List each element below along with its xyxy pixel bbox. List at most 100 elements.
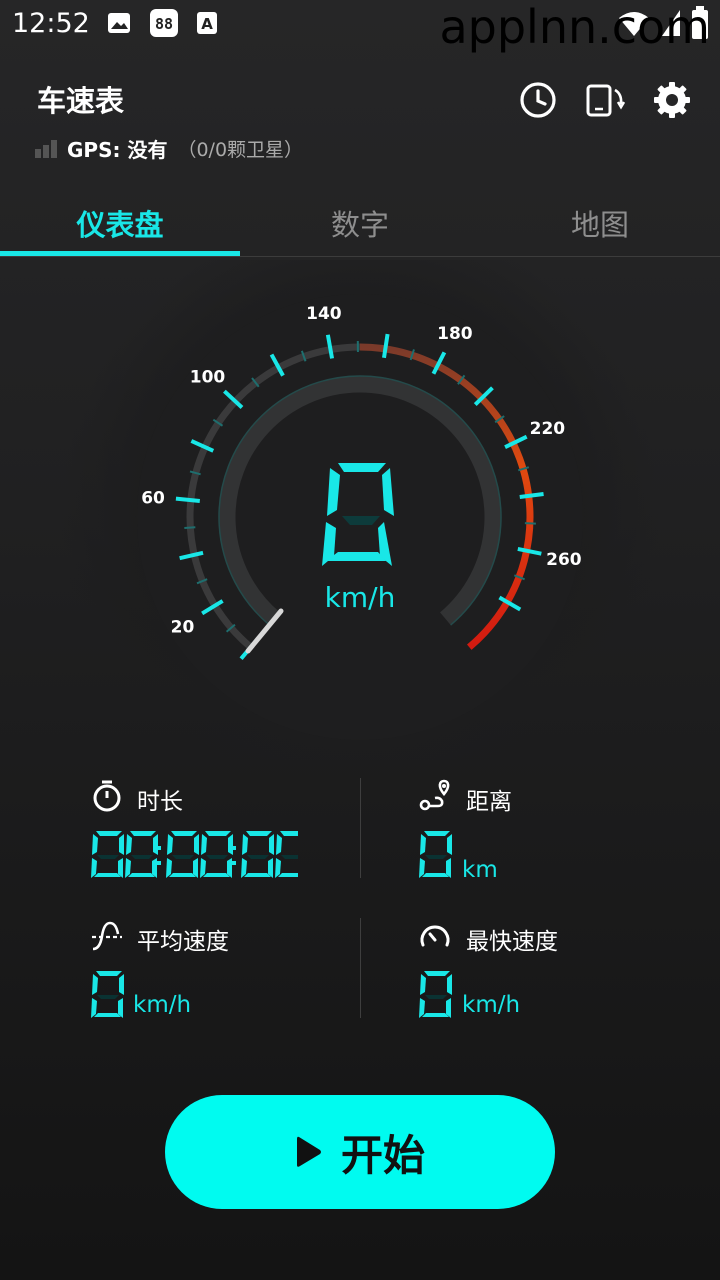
digit-segment bbox=[246, 831, 272, 836]
digit-segment bbox=[247, 855, 269, 859]
settings-gear-icon[interactable] bbox=[652, 80, 692, 120]
avg-speed-unit: km/h bbox=[133, 992, 192, 1018]
digit-segment bbox=[128, 873, 155, 877]
colon-dot bbox=[157, 861, 161, 865]
digit-segment bbox=[422, 1013, 449, 1017]
digit-segment bbox=[201, 834, 207, 855]
digit-segment bbox=[420, 974, 426, 995]
gps-status: GPS: 没有 （0/0颗卫星） bbox=[35, 134, 303, 162]
duration-digit bbox=[125, 831, 158, 878]
digit-segment bbox=[278, 873, 298, 877]
font-a-icon: A bbox=[197, 12, 217, 34]
rotate-screen-icon[interactable] bbox=[585, 80, 625, 120]
status-time: 12:52 bbox=[12, 8, 90, 39]
tab-dashboard[interactable]: 仪表盘 bbox=[0, 202, 240, 244]
status-bar: 12:52 88 A applnn.com bbox=[0, 0, 720, 54]
tab-map[interactable]: 地图 bbox=[480, 202, 720, 244]
max-speed-label: 最快速度 bbox=[466, 929, 558, 955]
digit-segment bbox=[92, 834, 98, 855]
duration-digit bbox=[91, 831, 124, 878]
tick-label: 180 bbox=[437, 324, 473, 344]
duration-digit bbox=[200, 831, 233, 878]
digit-segment bbox=[153, 834, 158, 855]
tab-indicator bbox=[0, 251, 240, 256]
minor-tick bbox=[184, 526, 196, 529]
digit-segment bbox=[281, 855, 298, 859]
digit-segment bbox=[447, 834, 452, 855]
stopwatch-icon bbox=[93, 780, 121, 812]
digit-segment bbox=[169, 873, 196, 877]
digit-segment bbox=[425, 855, 447, 859]
digit-segment bbox=[94, 873, 121, 877]
avg-speed-value-digit bbox=[91, 971, 124, 1018]
digit-segment bbox=[276, 834, 282, 855]
tick-label: 260 bbox=[546, 550, 582, 570]
digit-segment bbox=[172, 855, 194, 859]
duration-digit bbox=[166, 831, 199, 878]
avg-speed-label: 平均速度 bbox=[137, 929, 229, 955]
speedometer-gauge: 20 60 100 140 180 220 260 km/h bbox=[60, 260, 660, 760]
digit-segment bbox=[244, 873, 271, 877]
divider bbox=[360, 778, 361, 878]
tab-digital[interactable]: 数字 bbox=[240, 202, 480, 244]
duration-digit bbox=[275, 831, 298, 878]
digit-segment bbox=[119, 834, 124, 855]
tick-label: 100 bbox=[190, 368, 226, 388]
start-button[interactable]: 开始 bbox=[165, 1095, 555, 1209]
duration-value-display bbox=[91, 831, 298, 878]
digit-segment bbox=[131, 855, 153, 859]
gps-label: GPS: 没有 bbox=[67, 137, 168, 162]
distance-unit: km bbox=[462, 857, 498, 883]
max-speed-value-digit bbox=[419, 971, 452, 1018]
digit-segment bbox=[194, 834, 199, 855]
tick-label: 60 bbox=[141, 488, 165, 508]
digit-segment bbox=[92, 974, 98, 995]
digit-segment bbox=[171, 831, 197, 836]
page-title: 车速表 bbox=[37, 84, 125, 118]
digit-segment bbox=[97, 995, 119, 999]
digit-segment bbox=[422, 873, 449, 877]
digit-segment bbox=[126, 834, 132, 855]
digit-segment bbox=[203, 873, 230, 877]
digit-segment bbox=[420, 834, 426, 855]
tick-label: 140 bbox=[306, 304, 342, 324]
svg-text:88: 88 bbox=[155, 15, 173, 33]
digit-segment bbox=[96, 971, 122, 976]
route-distance-icon bbox=[419, 779, 450, 811]
digit-segment bbox=[97, 855, 119, 859]
duration-label: 时长 bbox=[137, 789, 183, 815]
svg-text:A: A bbox=[201, 15, 213, 33]
digit-segment bbox=[205, 831, 231, 836]
digit-segment bbox=[167, 834, 173, 855]
start-button-label: 开始 bbox=[340, 1130, 425, 1180]
tick-label: 220 bbox=[530, 419, 566, 439]
max-speed-unit: km/h bbox=[462, 992, 521, 1018]
colon-dot bbox=[232, 861, 236, 865]
digit-segment bbox=[228, 834, 233, 855]
watermark-text: applnn.com bbox=[439, 0, 710, 54]
digit-segment bbox=[280, 831, 298, 836]
divider bbox=[360, 918, 361, 1018]
average-speed-icon bbox=[92, 921, 122, 951]
digit-segment bbox=[425, 995, 447, 999]
major-tick bbox=[175, 496, 200, 503]
tab-bar: 仪表盘 数字 地图 bbox=[0, 190, 720, 257]
colon-dot bbox=[232, 846, 236, 850]
gps-signal-icon bbox=[35, 140, 57, 158]
speedometer-app-icon: 88 bbox=[150, 9, 178, 37]
digit-segment bbox=[269, 834, 274, 855]
digit-segment bbox=[424, 971, 450, 976]
satellite-count: （0/0颗卫星） bbox=[177, 138, 304, 161]
history-clock-icon[interactable] bbox=[518, 80, 558, 120]
digit-segment bbox=[119, 974, 124, 995]
colon-dot bbox=[157, 846, 161, 850]
digit-segment bbox=[424, 831, 450, 836]
speed-unit: km/h bbox=[325, 581, 396, 614]
digit-segment bbox=[206, 855, 228, 859]
tick-label: 20 bbox=[171, 617, 195, 637]
digit-segment bbox=[447, 974, 452, 995]
digit-segment bbox=[242, 834, 248, 855]
digit-segment bbox=[94, 1013, 121, 1017]
max-speed-gauge-icon bbox=[420, 925, 450, 947]
digit-segment bbox=[96, 831, 122, 836]
